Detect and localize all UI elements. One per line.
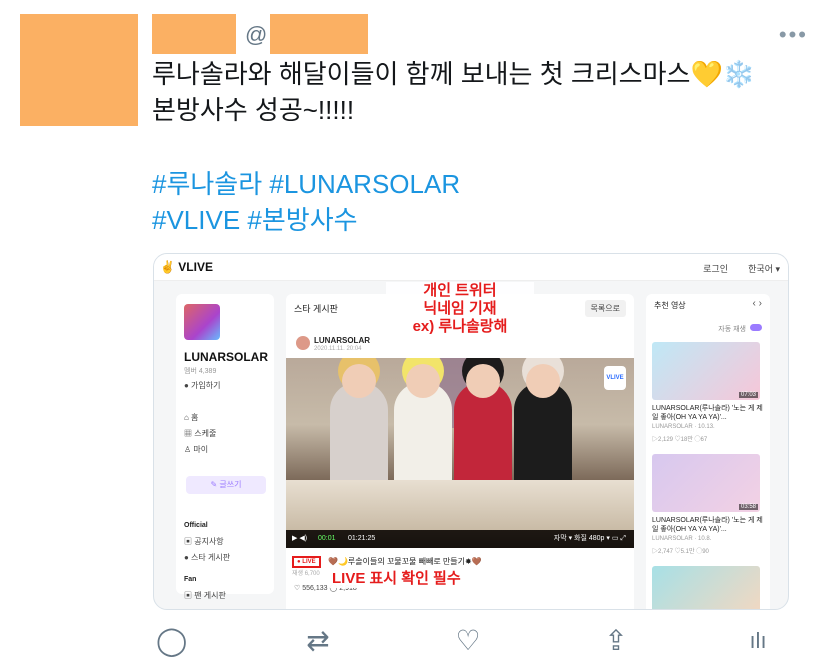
like-icon[interactable]: ♡ <box>454 626 482 656</box>
recommended-channel-1: LUNARSOLAR · 10.13. <box>652 424 715 430</box>
recommended-title: 추천 영상 <box>654 301 686 310</box>
post-author-avatar <box>296 336 310 350</box>
section-official: Official <box>184 522 208 529</box>
reply-icon[interactable]: ◯ <box>156 626 187 656</box>
member-1-head <box>342 364 376 398</box>
member-2-head <box>406 364 440 398</box>
table <box>286 480 634 530</box>
hashtag-line-1[interactable]: #루나솔라 #LUNARSOLAR <box>152 166 460 202</box>
nav-fan-board: ▣ 팬 게시판 <box>184 591 226 600</box>
media-card[interactable]: ✌ VLIVE 로그인 한국어 ▾ LUNARSOLAR 멤버 4,389 ● … <box>153 253 789 610</box>
more-options-icon[interactable]: ••• <box>779 22 808 48</box>
overlay-nickname-note: 개인 트위터 닉네임 기재 ex) 루나솔랑해 <box>386 282 534 336</box>
post-date: 2020.11.11. 20:04 <box>314 346 362 352</box>
overlay-live-note: LIVE 표시 확인 필수 <box>330 567 463 588</box>
live-badge: ● LIVE <box>292 556 321 568</box>
overlay-line-1: 개인 트위터 <box>423 282 497 299</box>
duration: 01:21:25 <box>348 535 376 542</box>
hashtag-line-2[interactable]: #VLIVE #본방사수 <box>152 202 460 238</box>
profile-avatar[interactable] <box>20 14 138 126</box>
overlay-line-2: 닉네임 기재 <box>423 300 497 317</box>
channel-thumbnail <box>184 304 220 340</box>
join-button: ● 가입하기 <box>184 381 221 390</box>
recommended-panel: 추천 영상 ‹ › 자동 재생 07:03 LUNARSOLAR(루나솔라) '… <box>646 294 770 609</box>
recommended-stats-1: ▷2,129 ♡18만 ◯67 <box>652 437 708 443</box>
post-author: LUNARSOLAR <box>314 336 370 345</box>
member-3 <box>454 382 512 492</box>
vlive-logo: ✌ VLIVE <box>160 260 213 274</box>
retweet-icon[interactable]: ⇄ <box>304 626 332 656</box>
nav-my: ♙ 마이 <box>184 445 209 454</box>
recommended-title-2: LUNARSOLAR(루나솔라) '노는 게 제일 좋아(OH YA YA YA… <box>652 517 763 533</box>
member-4-head <box>526 364 560 398</box>
recommended-thumb-2: 03:58 <box>652 454 760 512</box>
nav-schedule: ▦ 스케줄 <box>184 429 217 438</box>
nav-star-board: ● 스타 게시판 <box>184 553 231 562</box>
tweet-text: 루나솔라와 해달이들이 함께 보내는 첫 크리스마스💛❄️ 본방사수 성공~!!… <box>152 59 756 125</box>
nav-home: ⌂ 홈 <box>184 413 199 422</box>
hashtags: #루나솔라 #LUNARSOLAR #VLIVE #본방사수 <box>152 166 460 238</box>
vlive-header: ✌ VLIVE 로그인 한국어 ▾ <box>154 254 788 281</box>
post-panel: 스타 게시판 목록으로 LUNARSOLAR 2020.11.11. 20:04… <box>286 294 634 609</box>
channel-members: 멤버 4,389 <box>184 368 217 375</box>
login-link: 로그인 <box>703 264 728 274</box>
video-player: VLIVE ▶ ◀) 00:01 01:21:25 자막 ▾ 화질 480p ▾… <box>286 358 634 548</box>
overlay-line-3: ex) 루나솔랑해 <box>412 318 508 335</box>
analytics-icon[interactable]: ılı <box>744 626 772 656</box>
recommended-thumb-3 <box>652 566 760 609</box>
post-views: 재생 6,700 <box>292 571 320 577</box>
recommended-channel-2: LUNARSOLAR · 10.8. <box>652 536 712 542</box>
player-settings: 자막 ▾ 화질 480p ▾ ▭ ⤢ <box>553 535 626 542</box>
play-icon: ▶ ◀) <box>292 535 308 542</box>
channel-name: LUNARSOLAR <box>184 350 268 364</box>
member-3-head <box>466 364 500 398</box>
member-4 <box>514 382 572 492</box>
section-fan: Fan <box>184 576 197 583</box>
vlive-watermark: VLIVE <box>604 366 626 390</box>
recommended-stats-2: ▷2,747 ♡5.1만 ◯90 <box>652 549 709 555</box>
autoplay-toggle <box>750 324 762 331</box>
autoplay-label: 자동 재생 <box>718 326 746 333</box>
at-symbol: @ <box>245 22 268 47</box>
write-button: ✎ 글쓰기 <box>186 476 266 494</box>
recommended-title-1: LUNARSOLAR(루나솔라) '노는 게 제일 좋아(OH YA YA YA… <box>652 405 763 421</box>
language-select: 한국어 ▾ <box>748 264 780 274</box>
member-2 <box>394 382 452 492</box>
share-icon[interactable]: ⇪ <box>602 626 630 656</box>
recommended-duration-2: 03:58 <box>738 504 758 510</box>
nav-notice: ▣ 공지사항 <box>184 537 224 546</box>
to-list-button: 목록으로 <box>584 300 626 317</box>
recommended-nav: ‹ › <box>752 298 762 309</box>
channel-sidebar: LUNARSOLAR 멤버 4,389 ● 가입하기 ⌂ 홈 ▦ 스케줄 ♙ 마… <box>176 294 274 600</box>
vlive-logo-icon: ✌ <box>160 260 175 274</box>
board-title: 스타 게시판 <box>294 304 338 314</box>
username-redacted[interactable] <box>270 14 368 54</box>
post-title: 🤎🌙루솔이들의 꼬물꼬물 빼빼로 만들기✸🤎 <box>328 557 482 566</box>
video-controls: ▶ ◀) 00:01 01:21:25 자막 ▾ 화질 480p ▾ ▭ ⤢ <box>286 530 634 548</box>
member-1 <box>330 382 388 492</box>
recommended-thumb-1: 07:03 <box>652 342 760 400</box>
display-name-redacted[interactable] <box>152 14 236 54</box>
recommended-duration-1: 07:03 <box>738 392 758 398</box>
current-time: 00:01 <box>318 535 336 542</box>
